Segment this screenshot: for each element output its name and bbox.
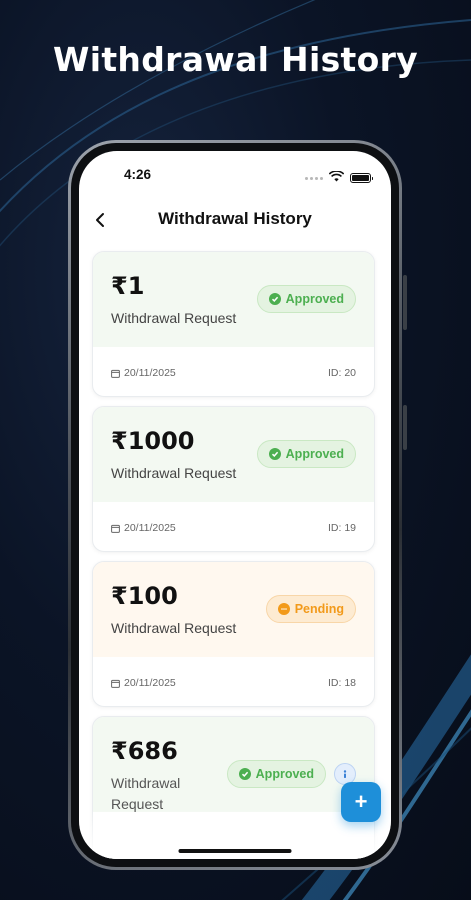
withdrawal-card[interactable]: ₹1 Withdrawal Request Approved 20/11/202… (92, 251, 375, 397)
check-circle-icon (268, 293, 281, 305)
status-text: Pending (294, 602, 344, 616)
status-text: Approved (285, 447, 344, 461)
status-text: Approved (255, 767, 314, 781)
withdrawal-amount: ₹1 (111, 272, 145, 300)
withdrawal-label: Withdrawal Request (111, 465, 237, 481)
withdrawal-card[interactable]: ₹100 Withdrawal Request Pending 20/11/20… (92, 561, 375, 707)
side-button (403, 275, 407, 330)
add-withdrawal-button[interactable]: + (341, 782, 381, 822)
battery-icon (350, 173, 373, 183)
signal-icon (305, 176, 323, 180)
withdrawal-card[interactable]: ₹686 Withdrawal Request Approved (92, 716, 375, 859)
date-text: 20/11/2025 (124, 677, 176, 689)
withdrawal-amount: ₹1000 (111, 427, 195, 455)
withdrawal-card[interactable]: ₹1000 Withdrawal Request Approved 20/11/… (92, 406, 375, 552)
calendar-icon (111, 679, 120, 688)
withdrawal-label: Withdrawal Request (111, 310, 237, 326)
check-circle-icon (238, 768, 251, 780)
pending-icon (277, 603, 290, 615)
home-indicator[interactable] (178, 849, 292, 853)
withdrawal-amount: ₹686 (111, 737, 178, 765)
status-time: 4:26 (124, 167, 152, 182)
status-badge: Pending (265, 595, 356, 623)
date-text: 20/11/2025 (124, 522, 176, 534)
withdrawal-label: Withdrawal Request (111, 775, 181, 812)
screen-title: Withdrawal History (158, 209, 312, 228)
phone-frame: 4:26 Withdrawal History ₹1 Withdrawal Re… (68, 140, 407, 870)
app-screen: 4:26 Withdrawal History ₹1 Withdrawal Re… (79, 151, 391, 859)
status-bar: 4:26 (79, 165, 391, 185)
calendar-icon (111, 369, 120, 378)
withdrawal-id: ID: 19 (327, 522, 356, 534)
wifi-icon (328, 169, 345, 187)
withdrawal-list: ₹1 Withdrawal Request Approved 20/11/202… (92, 251, 375, 859)
date-text: 20/11/2025 (124, 367, 176, 379)
side-button (403, 405, 407, 450)
status-text: Approved (285, 292, 344, 306)
status-badge: Approved (256, 440, 356, 468)
check-circle-icon (268, 448, 281, 460)
withdrawal-date: 20/11/2025 (111, 677, 176, 689)
plus-icon: + (354, 789, 368, 814)
calendar-icon (111, 524, 120, 533)
status-badge: Approved (256, 285, 356, 313)
withdrawal-label: Withdrawal Request (111, 620, 237, 636)
app-bar: Withdrawal History (79, 205, 391, 235)
withdrawal-date: 20/11/2025 (111, 522, 176, 534)
page-headline: Withdrawal History (53, 40, 418, 79)
withdrawal-date: 20/11/2025 (111, 367, 176, 379)
withdrawal-amount: ₹100 (111, 582, 178, 610)
withdrawal-id: ID: 18 (327, 677, 356, 689)
status-badge: Approved (226, 760, 326, 788)
withdrawal-id: ID: 20 (327, 367, 356, 379)
